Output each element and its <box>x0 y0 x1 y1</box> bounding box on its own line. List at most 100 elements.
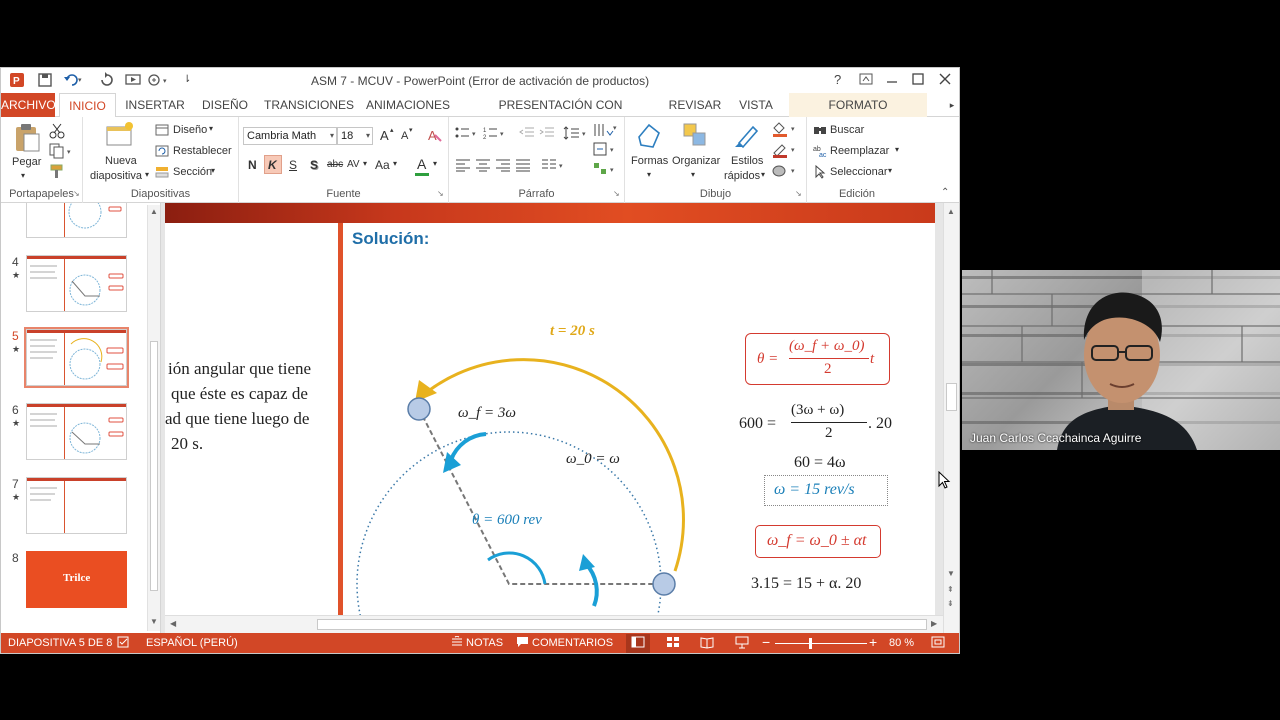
align-right-icon[interactable] <box>495 158 511 177</box>
comments-button[interactable]: COMENTARIOS <box>532 637 613 649</box>
zoom-in-button[interactable]: + <box>869 634 877 650</box>
align-text-icon[interactable]: ▾ <box>593 142 619 161</box>
shapes-dropdown-icon[interactable]: ▾ <box>647 170 651 179</box>
tab-insertar[interactable]: INSERTAR <box>123 93 187 117</box>
scroll-down-icon[interactable]: ▼ <box>150 617 158 626</box>
previous-slide-icon[interactable]: ⇞ <box>947 585 954 594</box>
shape-fill-icon[interactable]: ▾ <box>771 121 799 142</box>
normal-view-icon[interactable] <box>631 636 645 652</box>
drawing-dialog-launcher-icon[interactable]: ↘ <box>795 189 802 198</box>
font-size-box[interactable]: 18 ▾ <box>337 127 373 145</box>
tab-animaciones[interactable]: ANIMACIONES <box>363 93 453 117</box>
bold-button[interactable]: N <box>248 158 257 172</box>
dialog-launcher-icon[interactable]: ↘ <box>73 189 80 198</box>
select-cursor-icon[interactable] <box>813 164 827 184</box>
replace-dropdown-icon[interactable]: ▾ <box>895 145 899 154</box>
thumbnails-scroll-thumb[interactable] <box>150 341 158 591</box>
zoom-out-button[interactable]: − <box>762 634 770 650</box>
grow-font-button[interactable]: A <box>380 128 389 143</box>
editor-horizontal-scrollbar[interactable]: ◀ ▶ <box>165 615 943 633</box>
slide-thumbnail[interactable] <box>26 403 127 460</box>
find-button[interactable]: Buscar <box>830 124 864 136</box>
notes-button[interactable]: NOTAS <box>466 637 503 649</box>
decrease-indent-icon[interactable] <box>519 126 535 145</box>
thumbnails-scrollbar[interactable]: ▲ ▼ <box>147 205 160 631</box>
slide-thumbnail[interactable] <box>26 477 127 534</box>
shrink-font-button[interactable]: A <box>401 130 408 142</box>
font-dialog-launcher-icon[interactable]: ↘ <box>437 189 444 198</box>
copy-icon[interactable]: ▾ <box>49 143 75 164</box>
fit-slide-icon[interactable] <box>931 636 945 652</box>
tab-formato[interactable]: FORMATO <box>789 93 927 117</box>
font-color-button[interactable]: A <box>417 156 426 172</box>
reset-icon[interactable] <box>155 144 169 162</box>
select-dropdown-icon[interactable]: ▾ <box>888 166 892 175</box>
reading-view-icon[interactable] <box>700 636 714 652</box>
paste-icon[interactable] <box>13 123 41 158</box>
maximize-icon[interactable] <box>911 72 925 89</box>
numbering-icon[interactable]: 1 2 ▾ <box>483 126 507 145</box>
eq4-result[interactable]: ω = 15 rev/s <box>774 481 855 499</box>
slide-canvas[interactable]: ión angular que tiene que éste es capaz … <box>165 203 935 623</box>
layout-dropdown-icon[interactable]: ▾ <box>209 124 213 133</box>
tab-revisar[interactable]: REVISAR <box>667 93 723 117</box>
scroll-up-icon[interactable]: ▲ <box>150 207 158 216</box>
reset-button[interactable]: Restablecer <box>173 145 232 157</box>
replace-icon[interactable]: ab ac <box>813 144 827 163</box>
section-button[interactable]: Sección <box>173 166 212 178</box>
tab-diseno[interactable]: DISEÑO <box>197 93 253 117</box>
zoom-slider-track[interactable] <box>775 643 867 644</box>
layout-button[interactable]: Diseño <box>173 124 207 136</box>
select-button[interactable]: Seleccionar <box>830 166 887 178</box>
new-slide-dropdown-icon[interactable]: ▾ <box>145 170 149 179</box>
cut-icon[interactable] <box>49 123 65 144</box>
spellcheck-icon[interactable] <box>117 636 131 652</box>
clear-formatting-icon[interactable]: A <box>427 127 443 148</box>
collapse-ribbon-icon[interactable]: ⌃ <box>941 187 949 198</box>
new-slide-label-1[interactable]: Nueva <box>105 155 137 167</box>
arrange-icon[interactable] <box>681 121 711 156</box>
next-slide-icon[interactable]: ⇟ <box>947 599 954 608</box>
slide-thumbnail-selected[interactable] <box>24 327 129 388</box>
spacing-dropdown-icon[interactable]: ▾ <box>363 159 367 168</box>
editor-scroll-thumb[interactable] <box>946 383 957 411</box>
slide-thumbnail[interactable] <box>26 255 127 312</box>
italic-button[interactable]: K <box>268 158 277 172</box>
section-dropdown-icon[interactable]: ▾ <box>211 166 215 175</box>
quick-styles-dropdown-icon[interactable]: ▾ <box>761 170 765 179</box>
language-indicator[interactable]: ESPAÑOL (PERÚ) <box>146 637 238 649</box>
change-case-button[interactable]: Aa <box>375 158 390 172</box>
paste-button[interactable]: Pegar <box>12 156 41 168</box>
slide-thumbnail[interactable] <box>26 203 127 238</box>
font-name-box[interactable]: Cambria Math ▾ <box>243 127 337 145</box>
tab-inicio[interactable]: INICIO <box>59 93 116 118</box>
notes-icon[interactable] <box>451 635 463 652</box>
smartart-icon[interactable]: ▾ <box>593 162 619 181</box>
ribbon-display-options-icon[interactable] <box>859 72 873 89</box>
section-icon[interactable] <box>155 165 169 183</box>
scroll-down-icon[interactable]: ▼ <box>947 569 955 578</box>
bullets-icon[interactable]: ▾ <box>455 126 479 145</box>
quick-styles-label-1[interactable]: Estilos <box>731 155 763 167</box>
arrange-dropdown-icon[interactable]: ▾ <box>691 170 695 179</box>
increase-indent-icon[interactable] <box>539 126 555 145</box>
font-name-dropdown-icon[interactable]: ▾ <box>330 128 334 144</box>
tab-archivo[interactable]: ARCHIVO <box>1 93 56 117</box>
arrange-button[interactable]: Organizar <box>672 155 720 167</box>
text-direction-icon[interactable]: ▾ <box>593 122 619 143</box>
align-left-icon[interactable] <box>455 158 471 177</box>
justify-icon[interactable] <box>515 158 531 177</box>
find-icon[interactable] <box>813 123 827 142</box>
case-dropdown-icon[interactable]: ▾ <box>393 159 397 168</box>
layout-icon[interactable] <box>155 123 169 141</box>
underline-button[interactable]: S <box>289 158 297 172</box>
tab-presentacion[interactable]: PRESENTACIÓN CON DIAPOSITIVAS <box>464 93 657 136</box>
columns-icon[interactable]: ▾ <box>541 158 567 177</box>
font-size-dropdown-icon[interactable]: ▾ <box>366 128 370 144</box>
scroll-right-icon[interactable]: ▶ <box>931 619 937 628</box>
close-icon[interactable] <box>938 72 952 89</box>
quick-styles-label-2[interactable]: rápidos <box>724 170 760 182</box>
paste-dropdown-icon[interactable]: ▾ <box>21 171 25 180</box>
replace-button[interactable]: Reemplazar <box>830 145 889 157</box>
character-spacing-button[interactable]: AV <box>347 159 360 170</box>
